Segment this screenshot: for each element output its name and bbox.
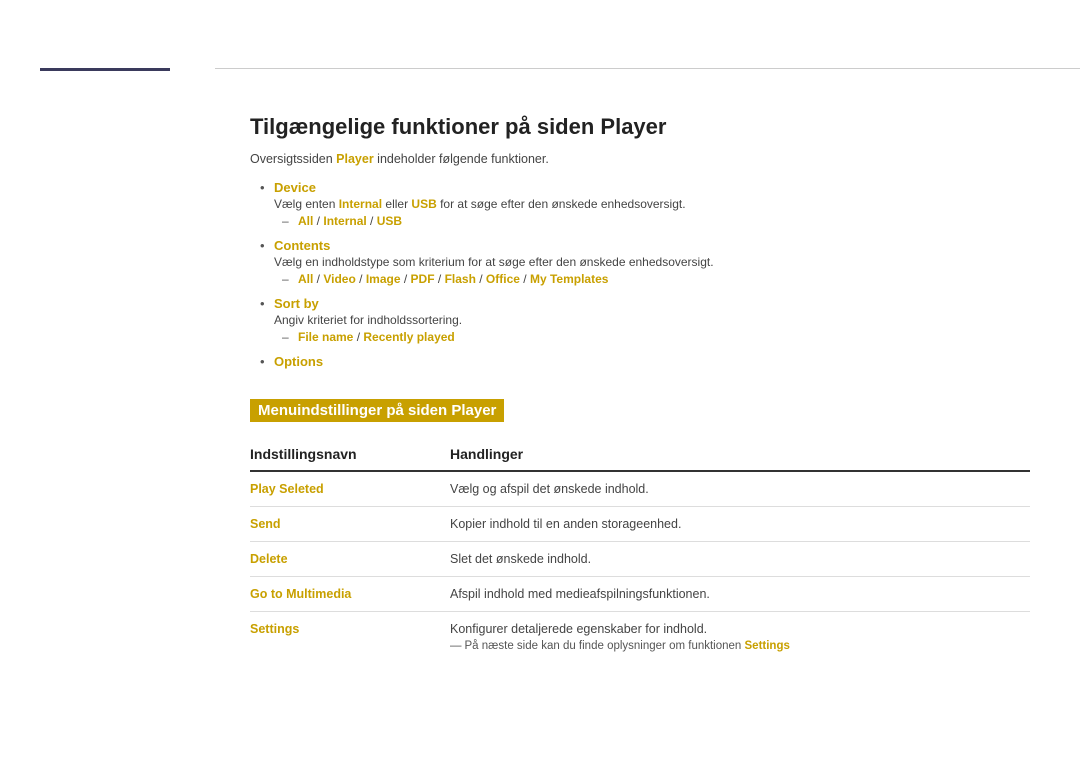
row-action-play-selected: Vælg og afspil det ønskede indhold. (450, 471, 1030, 507)
table-row: Delete Slet det ønskede indhold. (250, 542, 1030, 577)
table-row: Go to Multimedia Afspil indhold med medi… (250, 577, 1030, 612)
left-sidebar (0, 0, 215, 763)
table-row: Send Kopier indhold til en anden storage… (250, 507, 1030, 542)
list-item-device: Device Vælg enten Internal eller USB for… (260, 180, 1030, 228)
settings-note: —På næste side kan du finde oplysninger … (450, 640, 1030, 652)
device-desc: Vælg enten Internal eller USB for at søg… (274, 197, 1030, 211)
options-title: Options (274, 354, 323, 369)
row-name-play-selected: Play Seleted (250, 471, 450, 507)
list-item-contents: Contents Vælg en indholdstype som kriter… (260, 238, 1030, 286)
device-sub-item: All / Internal / USB (282, 214, 1030, 228)
sort-by-title: Sort by (274, 296, 319, 311)
settings-note-highlight: Settings (745, 640, 790, 652)
intro-text-before: Oversigtssiden (250, 152, 336, 166)
col-header-name: Indstillingsnavn (250, 440, 450, 471)
contents-desc: Vælg en indholdstype som kriterium for a… (274, 255, 1030, 269)
row-name-delete: Delete (250, 542, 450, 577)
table-header-row: Indstillingsnavn Handlinger (250, 440, 1030, 471)
menu-section-heading: Menuindstillinger på siden Player (250, 379, 1030, 440)
table-row: Settings Konfigurer detaljerede egenskab… (250, 612, 1030, 663)
contents-sub-list: All / Video / Image / PDF / Flash / Offi… (282, 272, 1030, 286)
row-name-go-to-multimedia: Go to Multimedia (250, 577, 450, 612)
col-header-action: Handlinger (450, 440, 1030, 471)
settings-action-text: Konfigurer detaljerede egenskaber for in… (450, 622, 1030, 636)
intro-player-highlight: Player (336, 152, 374, 166)
page-title: Tilgængelige funktioner på siden Player (250, 114, 1030, 140)
intro-paragraph: Oversigtssiden Player indeholder følgend… (250, 152, 1030, 166)
row-name-settings: Settings (250, 612, 450, 663)
row-action-delete: Slet det ønskede indhold. (450, 542, 1030, 577)
list-item-options: Options (260, 354, 1030, 369)
device-title: Device (274, 180, 316, 195)
features-list: Device Vælg enten Internal eller USB for… (260, 180, 1030, 369)
table-row: Play Seleted Vælg og afspil det ønskede … (250, 471, 1030, 507)
sort-by-sub-list: File name / Recently played (282, 330, 1030, 344)
row-action-send: Kopier indhold til en anden storageenhed… (450, 507, 1030, 542)
device-sub-list: All / Internal / USB (282, 214, 1030, 228)
settings-table: Indstillingsnavn Handlinger Play Seleted… (250, 440, 1030, 662)
sort-by-sub-item: File name / Recently played (282, 330, 1030, 344)
row-action-settings: Konfigurer detaljerede egenskaber for in… (450, 612, 1030, 663)
device-usb: USB (411, 197, 436, 211)
sort-by-desc: Angiv kriteriet for indholdssortering. (274, 313, 1030, 327)
row-name-send: Send (250, 507, 450, 542)
device-internal: Internal (339, 197, 382, 211)
menu-heading-text: Menuindstillinger på siden Player (250, 399, 504, 422)
intro-text-after: indeholder følgende funktioner. (374, 152, 549, 166)
row-action-go-to-multimedia: Afspil indhold med medieafspilningsfunkt… (450, 577, 1030, 612)
list-item-sort-by: Sort by Angiv kriteriet for indholdssort… (260, 296, 1030, 344)
contents-sub-item: All / Video / Image / PDF / Flash / Offi… (282, 272, 1030, 286)
contents-title: Contents (274, 238, 330, 253)
sidebar-decoration-line (40, 68, 170, 71)
